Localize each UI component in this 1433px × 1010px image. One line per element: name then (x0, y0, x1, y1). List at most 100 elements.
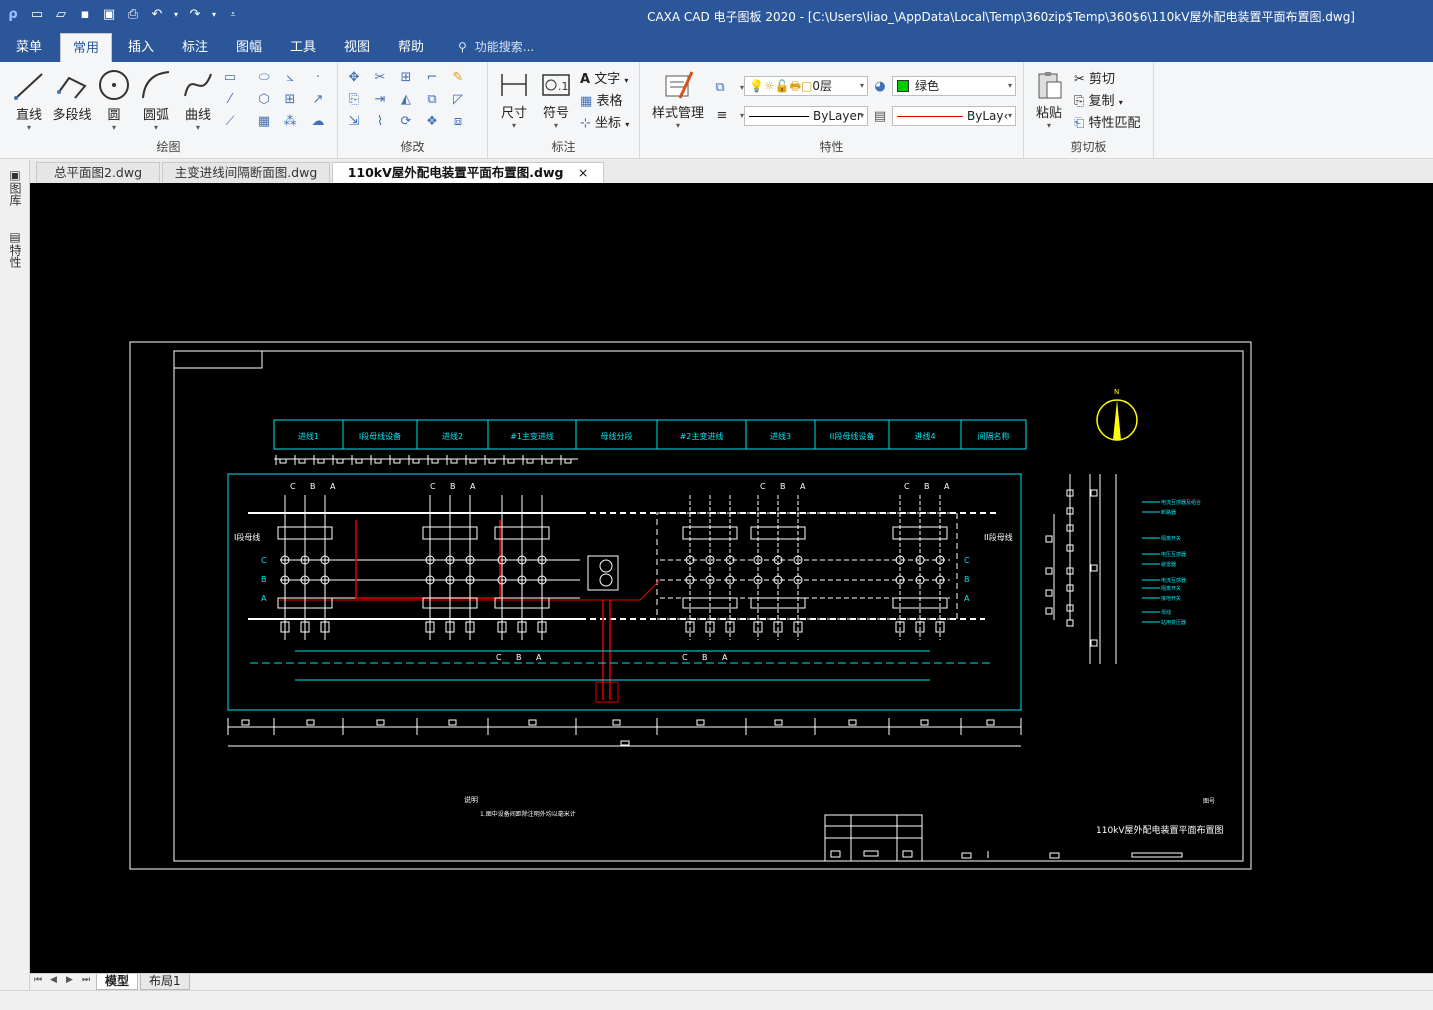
drawing-canvas[interactable]: 进线1 I段母线设备 进线2 #1主变进线 母线分段 #2主变进线 进线3 II段母线设备 进线… (30, 183, 1433, 973)
arc-tool-button[interactable]: 圆弧 ▾ (136, 68, 176, 132)
polygon-icon[interactable]: ⬡ (256, 92, 272, 108)
undo-dropdown-icon[interactable]: ▾ (172, 6, 180, 24)
redo-icon[interactable]: ↷ (186, 6, 204, 24)
break-icon[interactable]: ⌇ (372, 114, 388, 130)
move-icon[interactable]: ✥ (346, 70, 362, 86)
side-tab-library[interactable]: ▣图库 (6, 168, 24, 206)
phase-label: B (924, 482, 930, 491)
cut-button[interactable]: ✂ 剪切 (1074, 68, 1115, 87)
lineweight-list-icon[interactable]: ≡ (714, 108, 730, 124)
layer-manager-icon[interactable]: ⧉ (712, 80, 728, 96)
symbol-tool-button[interactable]: .1 符号 ▾ (536, 70, 576, 130)
rectangle-icon[interactable]: ▭ (222, 70, 238, 86)
mirror-icon[interactable]: ◭ (398, 92, 414, 108)
array-icon[interactable]: ⊞ (398, 70, 414, 86)
legend-list: 电流互感器及组合断路器隔离开关电压互感器避雷器电流互感器隔离开关接地开关母线站用… (1142, 499, 1201, 626)
new-file-icon[interactable]: ▭ (28, 6, 46, 24)
side-tab-properties[interactable]: ▤特性 (6, 230, 24, 268)
match-properties-label: 特性匹配 (1088, 116, 1141, 131)
scale-icon[interactable]: ⧉ (424, 92, 440, 108)
circle-tool-button[interactable]: 圆 ▾ (96, 68, 132, 132)
feature-search[interactable]: ⚲ 功能搜索... (458, 33, 534, 62)
match-properties-button[interactable]: ⎗ 特性匹配 (1074, 112, 1141, 131)
customize-toolbar-icon[interactable]: ⩡ (224, 6, 242, 24)
style-manager-button[interactable]: 样式管理 ▾ (646, 70, 710, 130)
erase-icon[interactable]: ✎ (450, 70, 466, 86)
doc-tab-section[interactable]: 主变进线间隔断面图.dwg (162, 162, 330, 183)
copy-button[interactable]: ⎘ 复制 ▾ (1074, 90, 1123, 109)
cloud-icon[interactable]: ☁ (310, 114, 326, 130)
save-icon[interactable]: ▪ (76, 6, 94, 24)
legend-item-7: 接地开关 (1161, 595, 1181, 602)
color-wheel-icon[interactable]: ◕ (872, 79, 888, 95)
tab-insert[interactable]: 插入 (118, 33, 164, 62)
undo-icon[interactable]: ↶ (148, 6, 166, 24)
linetype-select[interactable]: ByLayer ▾ (744, 106, 868, 126)
bottom-tick-box (241, 719, 250, 726)
fillet-icon[interactable]: ⌐ (424, 70, 440, 86)
last-layout-icon[interactable]: ⏭ (82, 975, 90, 985)
curve-tool-button[interactable]: 曲线 ▾ (178, 68, 218, 132)
layer-select[interactable]: 💡☼🔓🖶□0层 ▾ (744, 76, 868, 96)
tab-view[interactable]: 视图 (334, 33, 380, 62)
parallel-line-icon[interactable]: ⁄ (222, 92, 238, 108)
first-layout-icon[interactable]: ⏮ (34, 975, 42, 985)
lineweight-select[interactable]: ByLay‹ ▾ (892, 106, 1016, 126)
centerline-icon[interactable]: ⊞ (282, 92, 298, 108)
stretch-icon[interactable]: ⇲ (346, 114, 362, 130)
line-tool-label: 直线 (15, 108, 42, 123)
linetype-manager-icon[interactable]: ▤ (872, 109, 888, 125)
chamfer-icon[interactable]: ◸ (450, 92, 466, 108)
circle-tool-label: 圆 (107, 108, 121, 123)
print-icon[interactable]: ⎙ (124, 6, 142, 24)
tab-common[interactable]: 常用 (60, 33, 112, 62)
hatch-icon[interactable]: ▦ (256, 114, 272, 130)
spline-points-icon[interactable]: ⁂ (282, 114, 298, 130)
save-all-icon[interactable]: ▣ (100, 6, 118, 24)
app-logo-icon[interactable]: ρ (4, 6, 22, 24)
layout-tab-layout1[interactable]: 布局1 (140, 974, 190, 990)
doc-tab-active[interactable]: 110kV屋外配电装置平面布置图.dwg × (332, 162, 604, 183)
cad-drawing[interactable]: 进线1 I段母线设备 进线2 #1主变进线 母线分段 #2主变进线 进线3 II段母线设备 进线… (30, 183, 1433, 973)
pick-point-icon[interactable]: ↗ (310, 92, 326, 108)
text-tool-button[interactable]: A 文字 ▾ (580, 68, 628, 87)
offset-icon[interactable]: ⧈ (450, 114, 466, 130)
point-icon[interactable]: · (310, 70, 326, 86)
ellipse-icon[interactable]: ⬭ (256, 70, 272, 86)
tangent-line-icon[interactable]: ⟋ (222, 114, 238, 130)
tab-annotate[interactable]: 标注 (172, 33, 218, 62)
notes-text: 1.图中设备间距除注明外均以毫米计 (480, 810, 576, 818)
explode-icon[interactable]: ❖ (424, 114, 440, 130)
cable-pit (595, 681, 619, 703)
coordinate-tool-button[interactable]: ⊹ 坐标 ▾ (580, 112, 629, 131)
doc-tab-site-plan[interactable]: 总平面图2.dwg (36, 162, 160, 183)
next-layout-icon[interactable]: ▶ (66, 975, 73, 985)
tab-frame[interactable]: 图幅 (226, 33, 272, 62)
paste-button[interactable]: 粘贴 ▾ (1030, 70, 1068, 130)
tab-tools[interactable]: 工具 (280, 33, 326, 62)
lightbulb-icon: ⚲ (458, 40, 467, 54)
color-select[interactable]: 绿色 ▾ (892, 76, 1016, 96)
left-bus-label: I段母线 (234, 532, 260, 542)
north-arrow-needle (1113, 400, 1121, 440)
copy-object-icon[interactable]: ⎘ (346, 92, 362, 108)
trim-icon[interactable]: ✂ (372, 70, 388, 86)
line-tool-button[interactable]: 直线 ▾ (8, 68, 50, 132)
header-tick-box (431, 458, 439, 464)
prev-layout-icon[interactable]: ◀ (50, 975, 57, 985)
open-file-icon[interactable]: ▱ (52, 6, 70, 24)
dimension-tool-button[interactable]: 尺寸 ▾ (494, 70, 534, 130)
extend-icon[interactable]: ⇥ (372, 92, 388, 108)
tab-help[interactable]: 帮助 (388, 33, 434, 62)
symbol-icon: .1 (542, 74, 570, 96)
rotate-icon[interactable]: ⟳ (398, 114, 414, 130)
polyline-tool-button[interactable]: 多段线 (50, 68, 94, 123)
menu-main[interactable]: 菜单 (6, 33, 52, 62)
angle-line-icon[interactable]: ⦣ (282, 70, 298, 86)
phase-lines (280, 559, 950, 599)
table-tool-button[interactable]: ▦ 表格 (580, 90, 622, 109)
redo-dropdown-icon[interactable]: ▾ (210, 6, 218, 24)
close-tab-icon[interactable]: × (578, 165, 588, 180)
layout-tab-model[interactable]: 模型 (96, 974, 139, 990)
document-tab-bar: 总平面图2.dwg 主变进线间隔断面图.dwg 110kV屋外配电装置平面布置图… (30, 160, 1433, 183)
